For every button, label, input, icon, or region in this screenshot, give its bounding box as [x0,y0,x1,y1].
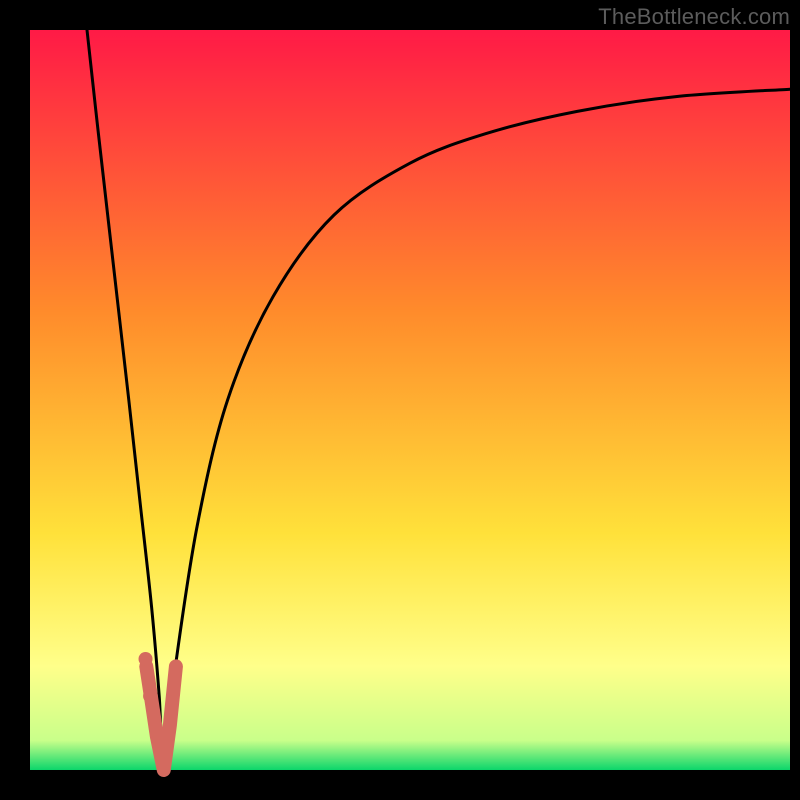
marker-dot [139,652,153,666]
chart-container: TheBottleneck.com [0,0,800,800]
marker-dot [143,689,157,703]
watermark-text: TheBottleneck.com [598,4,790,30]
chart-svg [0,0,800,800]
